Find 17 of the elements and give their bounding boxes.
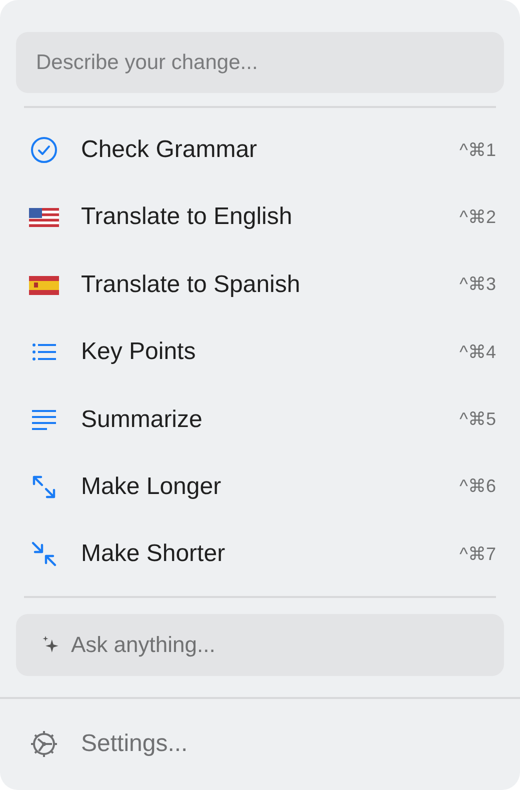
- shortcut-label: ^⌘6: [460, 475, 496, 498]
- ask-field[interactable]: Ask anything...: [16, 614, 504, 676]
- menu-item[interactable]: Translate to Spanish ^⌘3: [0, 251, 520, 318]
- shortcut-label: ^⌘7: [460, 542, 496, 566]
- menu-item[interactable]: Key Points ^⌘4: [0, 318, 520, 386]
- shortcut-label: ^⌘3: [460, 273, 496, 296]
- shortcut-label: ^⌘2: [460, 206, 496, 229]
- menu-item[interactable]: Make Shorter ^⌘7: [0, 520, 520, 588]
- menu-item[interactable]: Translate to English ^⌘2: [0, 184, 520, 252]
- settings-item[interactable]: Settings...: [0, 698, 520, 790]
- shortcut-label: ^⌘5: [460, 408, 496, 432]
- menu-item[interactable]: Make Longer ^⌘6: [0, 453, 520, 521]
- shortcut-label: ^⌘1: [460, 138, 496, 162]
- shortcut-label: ^⌘4: [460, 340, 496, 364]
- menu-item[interactable]: Summarize ^⌘5: [0, 386, 520, 454]
- menu-item[interactable]: Check Grammar ^⌘1: [0, 116, 520, 184]
- text-input-field[interactable]: Describe your change...: [16, 32, 504, 94]
